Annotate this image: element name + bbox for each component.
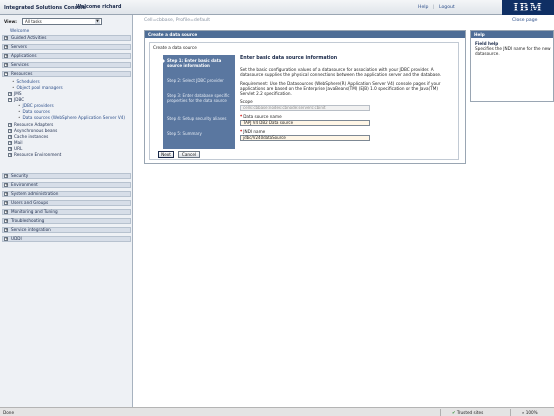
collapse-icon[interactable]: −	[8, 98, 12, 102]
view-select[interactable]: All tasks ▼	[22, 18, 102, 25]
expand-icon[interactable]: +	[4, 54, 8, 58]
expand-icon[interactable]: +	[4, 192, 8, 196]
nav-subsection-url[interactable]: + URL	[8, 146, 22, 151]
expand-icon[interactable]: +	[8, 147, 12, 151]
top-banner: Integrated Solutions Console Welcome ric…	[0, 0, 554, 15]
nav-section-applications[interactable]: + Applications	[2, 53, 131, 59]
expand-icon[interactable]: +	[8, 153, 12, 157]
collapse-icon[interactable]: −	[4, 72, 8, 76]
required-marker: *	[240, 114, 243, 119]
nav-section-monitoring-and-tuning[interactable]: + Monitoring and Tuning	[2, 209, 131, 215]
help-link[interactable]: Help	[418, 5, 428, 10]
expand-icon[interactable]: +	[8, 129, 12, 133]
wizard-heading: Create a data source	[153, 45, 197, 50]
expand-icon[interactable]: +	[4, 228, 8, 232]
wizard-steps: Step 1: Enter basic data source informat…	[162, 55, 235, 149]
nav-subsection-jdbc[interactable]: − JDBC	[8, 97, 24, 102]
next-button[interactable]: Next	[158, 151, 174, 158]
nav-link-jdbc-providers[interactable]: JDBC providers	[18, 103, 53, 108]
expand-icon[interactable]: +	[4, 63, 8, 67]
nav-subsection-mail[interactable]: + Mail	[8, 140, 23, 145]
console-title: Integrated Solutions Console	[4, 5, 87, 11]
wizard-step-4: Step 4: Setup security aliases	[167, 116, 227, 121]
status-divider	[440, 409, 441, 416]
ibm-logo: IBM	[502, 0, 554, 15]
view-select-value: All tasks	[25, 19, 42, 24]
create-data-source-panel: Create a data source Create a data sourc…	[144, 30, 466, 164]
nav-subsection-resource-adapters[interactable]: + Resource Adapters	[8, 122, 53, 127]
nav-section-service-integration[interactable]: + Service integration	[2, 227, 131, 233]
basic-info-form: Enter basic data source information Set …	[240, 55, 454, 149]
view-label: View:	[4, 19, 17, 24]
nav-welcome-link[interactable]: Welcome	[10, 28, 29, 33]
scope-field: cells:cbbase:nodes:cbnode:servers:cbinit	[240, 105, 370, 111]
wizard-step-1: Step 1: Enter basic data source informat…	[167, 58, 222, 68]
zoom-level[interactable]: ⌕ 100%	[522, 410, 538, 415]
link-separator: |	[432, 5, 435, 10]
wizard-container: Create a data source Step 1: Enter basic…	[149, 42, 459, 160]
nav-section-troubleshooting[interactable]: + Troubleshooting	[2, 218, 131, 224]
panel-title: Create a data source	[145, 31, 465, 38]
nav-subsection-jms[interactable]: + JMS	[8, 91, 22, 96]
expand-icon[interactable]: +	[4, 210, 8, 214]
nav-section-guided-activities[interactable]: + Guided Activities	[2, 35, 131, 41]
expand-icon[interactable]: +	[8, 123, 12, 127]
nav-subsection-resource-environment[interactable]: + Resource Environment	[8, 152, 61, 157]
view-filter: View: All tasks ▼	[4, 18, 128, 25]
top-links: Help | Logout	[418, 5, 455, 10]
nav-link-object-pool-managers[interactable]: Object pool managers	[12, 85, 62, 90]
nav-section-services[interactable]: + Services	[2, 62, 131, 68]
wizard-step-5: Step 5: Summary	[167, 131, 202, 136]
expand-icon[interactable]: +	[4, 201, 8, 205]
status-text: Done	[3, 410, 15, 415]
cancel-button[interactable]: Cancel	[178, 151, 200, 158]
breadcrumb: Cell=cbbase, Profile=default	[144, 18, 211, 23]
expand-icon[interactable]: +	[8, 141, 12, 145]
nav-section-uddi[interactable]: + UDDI	[2, 236, 131, 242]
expand-icon[interactable]: +	[4, 36, 8, 40]
nav-subsection-cache-instances[interactable]: + Cache instances	[8, 134, 48, 139]
help-panel-title: Help	[471, 31, 553, 38]
logout-link[interactable]: Logout	[439, 5, 455, 10]
jndi-name-input[interactable]: jdbc/V240dataSource	[240, 135, 370, 141]
nav-link-data-sources-v4[interactable]: Data sources (WebSphere Application Serv…	[18, 115, 125, 120]
nav-section-servers[interactable]: + Servers	[2, 44, 131, 50]
scope-label: Scope	[240, 99, 253, 104]
expand-icon[interactable]: +	[4, 219, 8, 223]
expand-icon[interactable]: +	[8, 92, 12, 96]
wizard-step-2: Step 2: Select JDBC provider	[167, 78, 224, 83]
jndi-name-label: *JNDI name	[240, 129, 266, 134]
nav-section-security[interactable]: + Security	[2, 173, 131, 179]
nav-link-data-sources[interactable]: Data sources	[18, 109, 49, 114]
expand-icon[interactable]: +	[4, 183, 8, 187]
nav-section-system-administration[interactable]: + System administration	[2, 191, 131, 197]
status-divider	[510, 409, 511, 416]
nav-section-environment[interactable]: + Environment	[2, 182, 131, 188]
expand-icon[interactable]: +	[4, 45, 8, 49]
current-step-arrow-icon	[162, 58, 165, 64]
chevron-down-icon[interactable]: ▼	[95, 19, 100, 24]
browser-status-bar: Done ✔ Trusted sites ⌕ 100%	[0, 407, 554, 416]
expand-icon[interactable]: +	[8, 135, 12, 139]
required-marker: *	[240, 129, 243, 134]
nav-section-resources[interactable]: − Resources	[2, 71, 131, 77]
nav-subsection-asynchronous-beans[interactable]: + Asynchronous beans	[8, 128, 57, 133]
form-description: Set the basic configuration values of a …	[240, 67, 442, 77]
nav-link-schedulers[interactable]: Schedulers	[12, 79, 39, 84]
form-requirement: Requirement: Use the Datasources (WebSph…	[240, 81, 441, 96]
data-source-name-input[interactable]: TAPJ V4 DB2 Data source	[240, 120, 370, 126]
close-page-link[interactable]: Close page	[512, 18, 537, 23]
security-zone: ✔ Trusted sites	[452, 410, 484, 415]
field-help-text: Specifies the JNDI name for the new data…	[475, 46, 551, 56]
welcome-user: Welcome richard	[76, 5, 122, 10]
help-panel: Help Field help Specifies the JNDI name …	[470, 30, 554, 102]
navigation-tree: View: All tasks ▼ Welcome + Guided Activi…	[0, 15, 133, 407]
expand-icon[interactable]: +	[4, 237, 8, 241]
nav-section-users-and-groups[interactable]: + Users and Groups	[2, 200, 131, 206]
data-source-name-label: *Data source name	[240, 114, 282, 119]
form-title: Enter basic data source information	[240, 56, 338, 61]
wizard-step-3: Step 3: Enter database specific properti…	[167, 93, 230, 103]
expand-icon[interactable]: +	[4, 174, 8, 178]
